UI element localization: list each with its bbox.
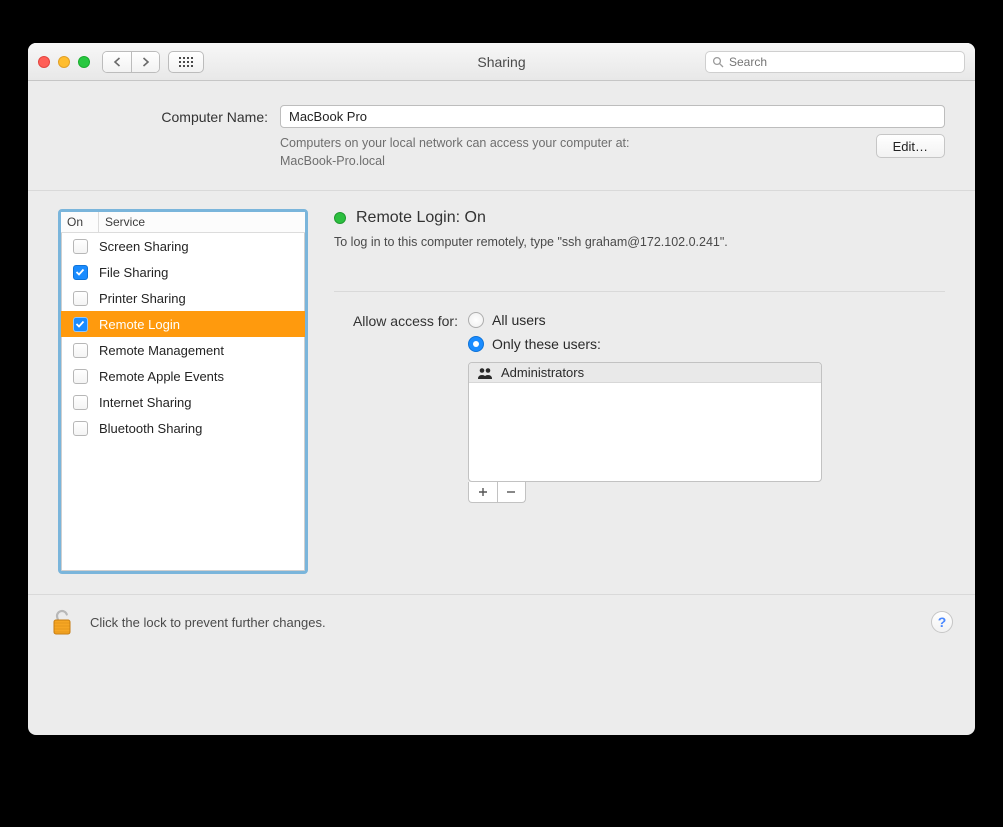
minus-icon	[506, 487, 516, 497]
service-checkbox[interactable]	[73, 343, 88, 358]
access-label: Allow access for:	[334, 312, 458, 352]
header-service: Service	[99, 212, 151, 232]
lock-button[interactable]	[50, 607, 76, 637]
plus-icon	[478, 487, 488, 497]
service-row-remote-login[interactable]: Remote Login	[61, 311, 305, 337]
service-row-internet-sharing[interactable]: Internet Sharing	[61, 389, 305, 415]
service-row-screen-sharing[interactable]: Screen Sharing	[61, 233, 305, 259]
search-icon	[712, 56, 724, 68]
nav-segmented	[102, 51, 160, 73]
users-icon	[477, 367, 493, 379]
helper-line2: MacBook-Pro.local	[280, 154, 385, 168]
window-body: Computer Name: Computers on your local n…	[28, 81, 975, 667]
grid-icon	[179, 57, 193, 67]
zoom-button[interactable]	[78, 56, 90, 68]
status-title: Remote Login: On	[356, 209, 486, 227]
service-list: On Service Screen Sharing File Sharing Pri…	[58, 209, 308, 574]
edit-hostname-button[interactable]: Edit…	[876, 134, 945, 158]
search-input[interactable]	[729, 55, 958, 69]
service-label: Screen Sharing	[99, 239, 189, 254]
header-on: On	[61, 212, 99, 232]
service-checkbox[interactable]	[73, 239, 88, 254]
service-label: Remote Login	[99, 317, 180, 332]
service-checkbox[interactable]	[73, 291, 88, 306]
service-checkbox[interactable]	[73, 265, 88, 280]
detail-divider	[334, 291, 945, 292]
close-button[interactable]	[38, 56, 50, 68]
forward-button[interactable]	[131, 52, 159, 72]
computer-name-row: Computer Name:	[58, 105, 945, 128]
footer-text: Click the lock to prevent further change…	[90, 615, 917, 630]
service-row-remote-management[interactable]: Remote Management	[61, 337, 305, 363]
radio-all-label: All users	[492, 312, 546, 328]
service-checkbox[interactable]	[73, 421, 88, 436]
sharing-preferences-window: Sharing Computer Name: Computers on your…	[28, 43, 975, 735]
computer-name-input[interactable]	[280, 105, 945, 128]
login-instruction: To log in to this computer remotely, typ…	[334, 235, 945, 249]
service-row-printer-sharing[interactable]: Printer Sharing	[61, 285, 305, 311]
back-button[interactable]	[103, 52, 131, 72]
service-label: Remote Apple Events	[99, 369, 224, 384]
add-user-button[interactable]	[469, 482, 497, 502]
help-button[interactable]: ?	[931, 611, 953, 633]
add-remove-bar	[468, 482, 526, 503]
service-checkbox[interactable]	[73, 317, 88, 332]
service-list-header: On Service	[61, 212, 305, 233]
search-field[interactable]	[705, 51, 965, 73]
footer: Click the lock to prevent further change…	[28, 594, 975, 649]
service-checkbox[interactable]	[73, 395, 88, 410]
computer-name-label: Computer Name:	[58, 109, 268, 125]
service-label: Remote Management	[99, 343, 224, 358]
service-row-remote-apple-events[interactable]: Remote Apple Events	[61, 363, 305, 389]
remove-user-button[interactable]	[497, 482, 526, 502]
service-label: Printer Sharing	[99, 291, 186, 306]
user-row[interactable]: Administrators	[469, 363, 821, 383]
window-controls	[38, 56, 90, 68]
radio-all-users[interactable]: All users	[468, 312, 601, 328]
radio-only-these-users[interactable]: Only these users:	[468, 336, 601, 352]
allowed-users-list[interactable]: Administrators	[468, 362, 822, 482]
service-row-file-sharing[interactable]: File Sharing	[61, 259, 305, 285]
show-all-button[interactable]	[168, 51, 204, 73]
radio-button[interactable]	[468, 312, 484, 328]
service-detail: Remote Login: On To log in to this compu…	[334, 209, 945, 574]
titlebar: Sharing	[28, 43, 975, 81]
service-label: Internet Sharing	[99, 395, 192, 410]
computer-name-helper: Computers on your local network can acce…	[280, 134, 864, 170]
service-checkbox[interactable]	[73, 369, 88, 384]
service-row-bluetooth-sharing[interactable]: Bluetooth Sharing	[61, 415, 305, 441]
service-label: File Sharing	[99, 265, 168, 280]
minimize-button[interactable]	[58, 56, 70, 68]
helper-line1: Computers on your local network can acce…	[280, 136, 629, 150]
status-indicator-icon	[334, 212, 346, 224]
user-name: Administrators	[501, 365, 584, 380]
unlocked-lock-icon	[50, 607, 74, 637]
service-label: Bluetooth Sharing	[99, 421, 202, 436]
radio-only-label: Only these users:	[492, 336, 601, 352]
radio-button[interactable]	[468, 336, 484, 352]
